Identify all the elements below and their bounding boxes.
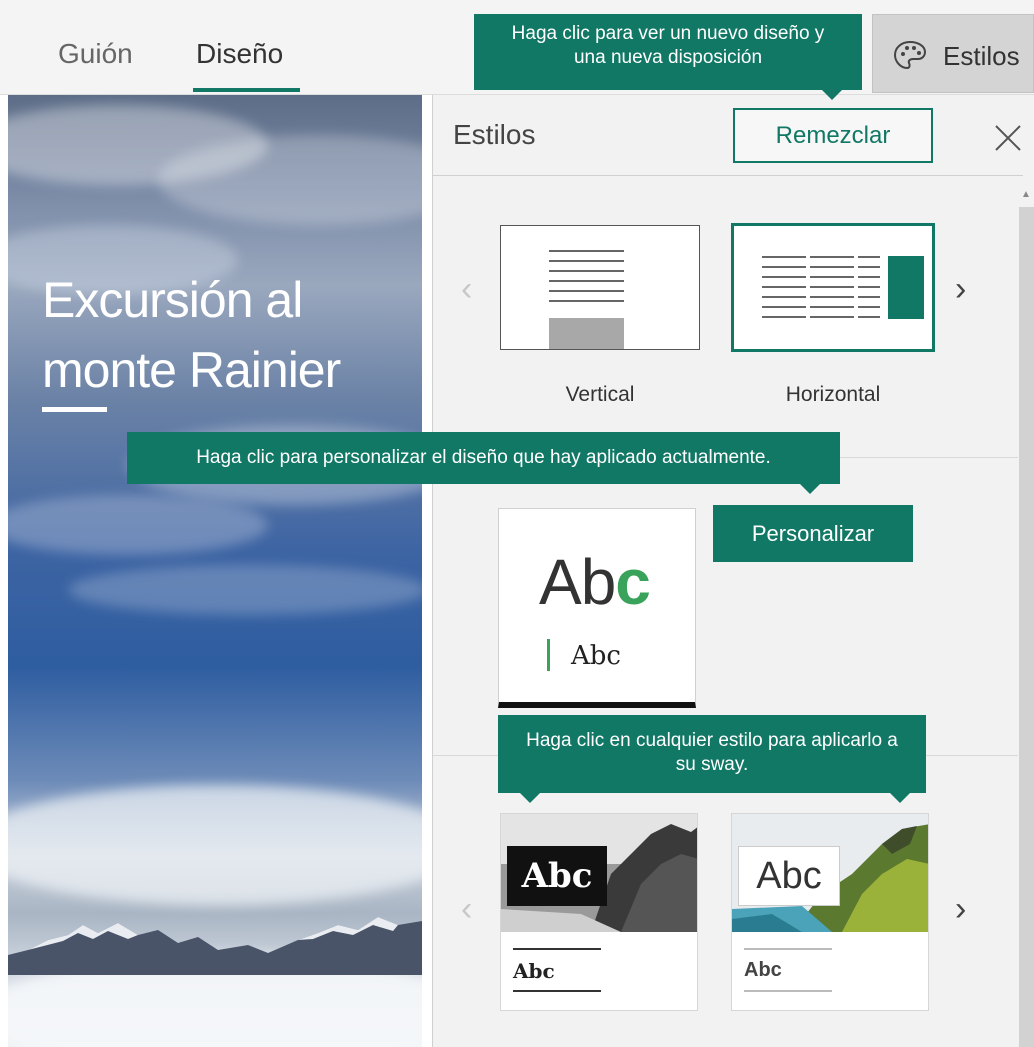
tooltip-pointer bbox=[890, 793, 910, 803]
remix-button[interactable]: Remezclar bbox=[733, 108, 933, 163]
style-2-heading-sample: Abc bbox=[738, 846, 840, 906]
layout-label-horizontal: Horizontal bbox=[785, 383, 881, 406]
current-style-body-sample: Abc bbox=[571, 641, 621, 671]
scroll-up-icon[interactable]: ▲ bbox=[1021, 189, 1031, 200]
preview-title-line2: monte Rainier bbox=[42, 342, 341, 398]
style-2-body-sample: Abc bbox=[744, 959, 782, 981]
title-accent-bar bbox=[42, 407, 107, 412]
sway-preview[interactable]: Excursión al monte Rainier bbox=[8, 95, 422, 1047]
horizontal-layout-icon bbox=[762, 256, 924, 319]
chevron-right-icon[interactable]: › bbox=[955, 270, 966, 309]
styles-button-label: Estilos bbox=[943, 41, 1020, 71]
tooltip-pointer bbox=[822, 90, 842, 100]
styles-panel: Estilos Remezclar ▲ ‹ › Vertical Horizon… bbox=[432, 95, 1034, 1047]
tooltip-pointer bbox=[800, 484, 820, 494]
rule bbox=[744, 990, 832, 992]
vertical-layout-icon bbox=[549, 250, 624, 349]
style-card-2[interactable]: Abc Abc bbox=[731, 813, 929, 1011]
chevron-left-icon: ‹ bbox=[461, 890, 473, 928]
current-style-heading-sample: Abc bbox=[539, 546, 651, 618]
preview-title: Excursión al monte Rainier bbox=[42, 265, 422, 405]
mountain-silhouette bbox=[8, 917, 422, 975]
layout-vertical[interactable] bbox=[500, 225, 700, 350]
scrollbar[interactable] bbox=[1019, 207, 1034, 1047]
customize-button[interactable]: Personalizar bbox=[713, 505, 913, 562]
style-card-1[interactable]: Abc Abc bbox=[500, 813, 698, 1011]
chevron-left-icon: ‹ bbox=[461, 270, 473, 308]
tab-guion[interactable]: Guión bbox=[58, 38, 133, 70]
styles-tooltip: Haga clic en cualquier estilo para aplic… bbox=[498, 715, 926, 793]
header-divider bbox=[433, 175, 1023, 176]
rule bbox=[513, 990, 601, 992]
chevron-right-icon[interactable]: › bbox=[955, 890, 966, 929]
accent-bar bbox=[547, 639, 550, 671]
customize-tooltip: Haga clic para personalizar el diseño qu… bbox=[127, 432, 840, 484]
style-1-heading-sample: Abc bbox=[507, 846, 607, 906]
rule bbox=[513, 948, 601, 950]
layout-horizontal[interactable] bbox=[731, 223, 935, 352]
panel-title: Estilos bbox=[453, 119, 536, 150]
active-tab-indicator bbox=[193, 88, 300, 92]
tooltip-pointer bbox=[520, 793, 540, 803]
style-1-body-sample: Abc bbox=[513, 959, 555, 983]
styles-button[interactable]: Estilos bbox=[872, 14, 1034, 93]
layout-label-vertical: Vertical bbox=[565, 383, 635, 406]
tab-diseno[interactable]: Diseño bbox=[196, 38, 283, 70]
preview-title-line1: Excursión al bbox=[42, 272, 303, 328]
remix-tooltip: Haga clic para ver un nuevo diseño y una… bbox=[474, 14, 862, 90]
current-style-card[interactable]: Abc Abc bbox=[498, 508, 696, 708]
palette-icon bbox=[893, 40, 927, 75]
close-icon[interactable] bbox=[993, 123, 1023, 158]
rule bbox=[744, 948, 832, 950]
